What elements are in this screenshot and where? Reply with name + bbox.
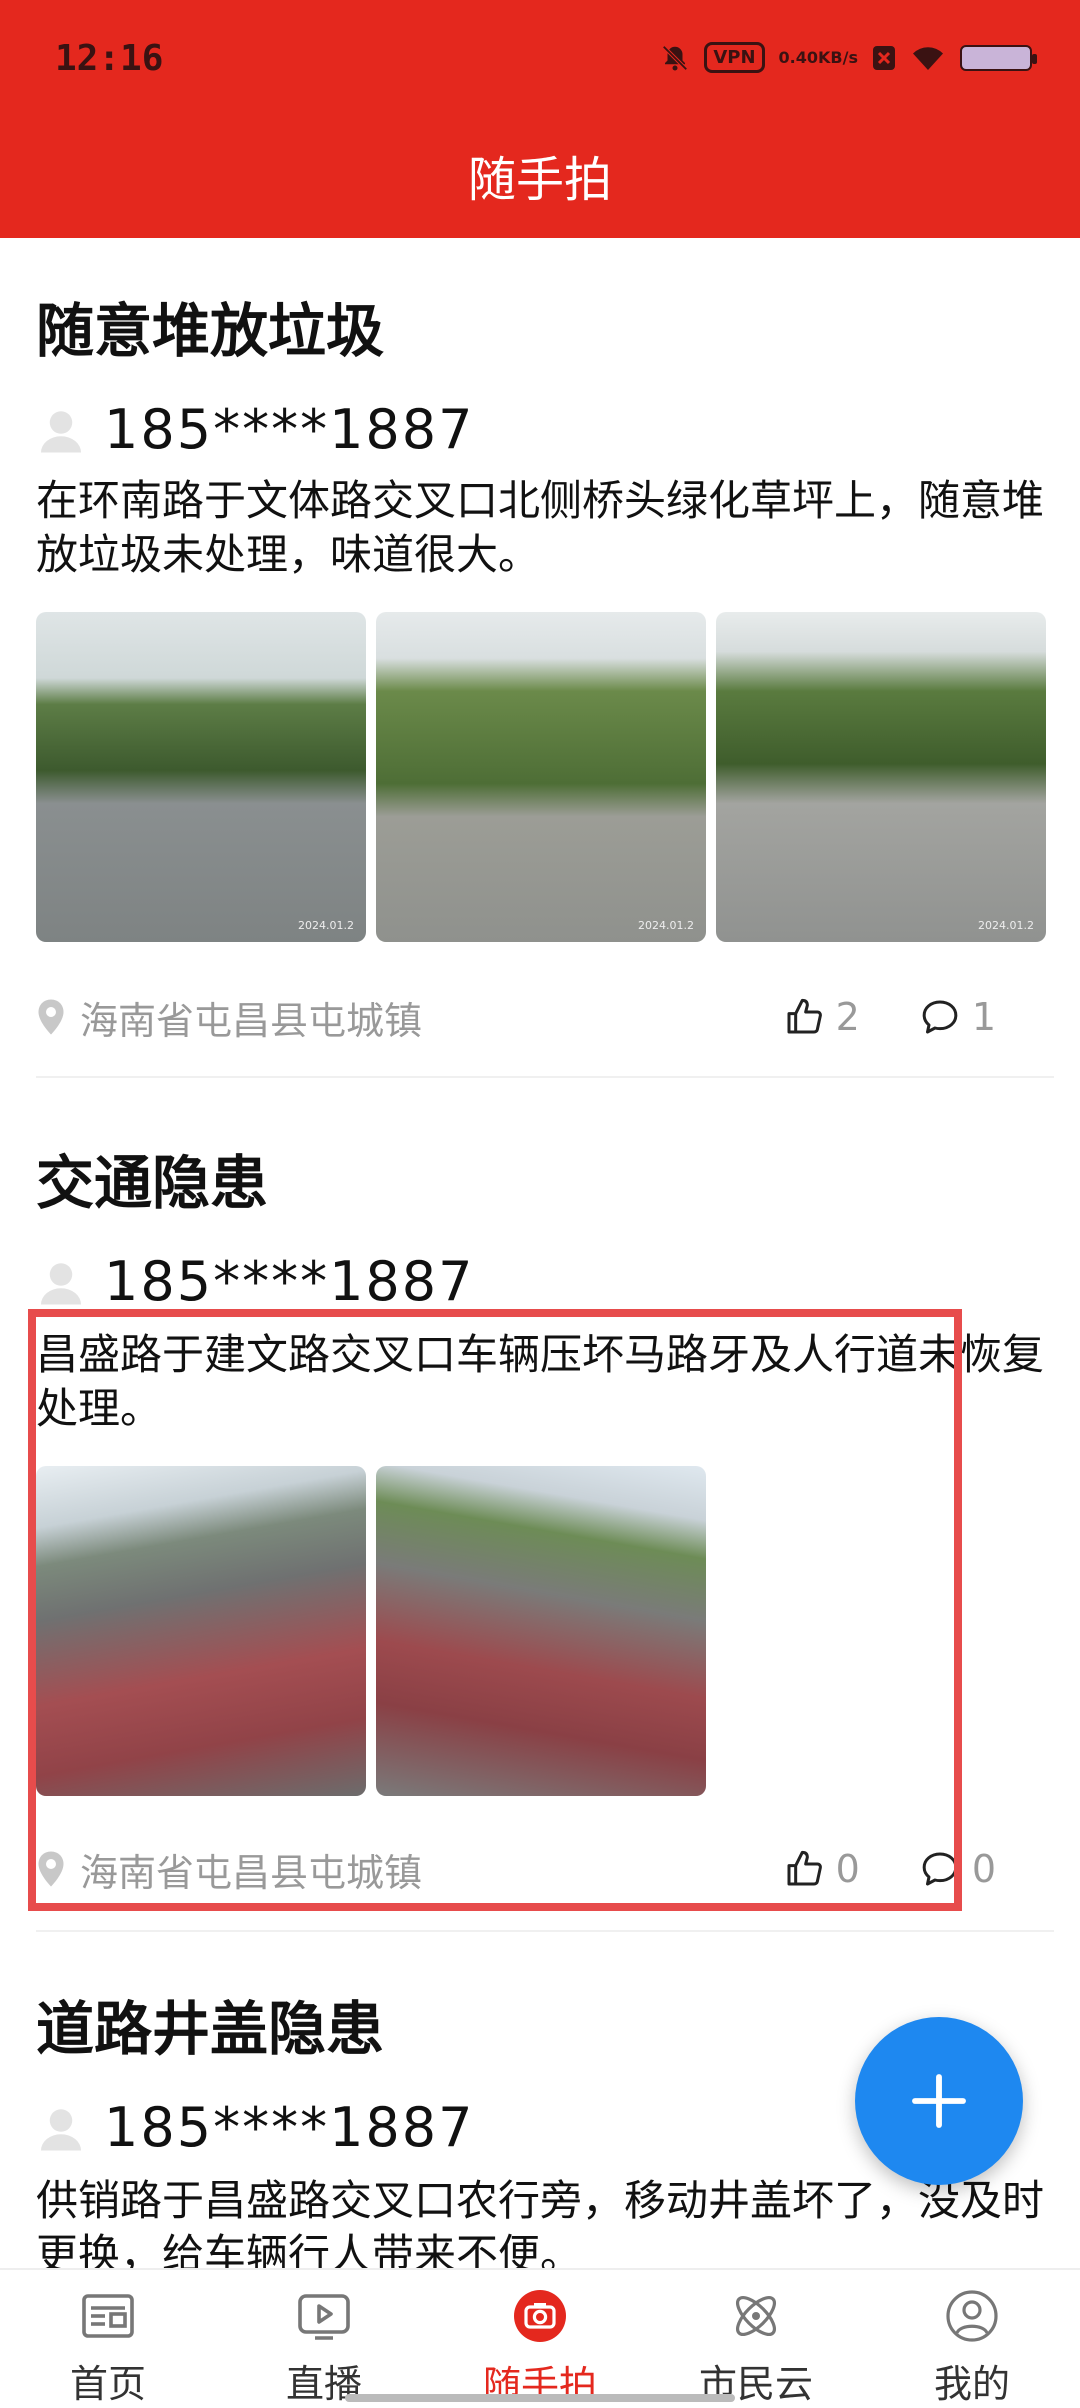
page-title: 随手拍 bbox=[467, 152, 612, 208]
nav-label: 我的 bbox=[933, 2362, 1010, 2406]
comment-button[interactable]: 0 bbox=[920, 1847, 996, 1891]
thumbs-up-icon bbox=[787, 998, 822, 1034]
post-card[interactable]: 随意堆放垃圾 185****1887 在环南路于文体路交叉口北侧桥头绿化草坪上，… bbox=[0, 238, 1080, 1088]
nav-label: 首页 bbox=[69, 2362, 146, 2406]
post-meta: 海南省屯昌县屯城镇 2 1 bbox=[36, 990, 1046, 1045]
comment-count: 0 bbox=[971, 1847, 996, 1891]
user-name: 185****1887 bbox=[104, 398, 475, 461]
plus-icon bbox=[912, 2074, 966, 2128]
nav-item-snapshot[interactable]: 随手拍 bbox=[432, 2270, 648, 2408]
nav-item-mine[interactable]: 我的 bbox=[864, 2270, 1080, 2408]
news-icon bbox=[79, 2288, 137, 2343]
user-name: 185****1887 bbox=[104, 1250, 475, 1313]
post-user: 185****1887 bbox=[36, 2096, 475, 2159]
post-image[interactable]: 2024.01.2 bbox=[716, 612, 1046, 942]
comment-button[interactable]: 1 bbox=[920, 995, 996, 1039]
post-location: 海南省屯昌县屯城镇 bbox=[36, 990, 422, 1045]
live-play-icon bbox=[295, 2288, 353, 2343]
add-post-button[interactable] bbox=[855, 2017, 1023, 2185]
nav-item-live[interactable]: 直播 bbox=[216, 2270, 432, 2408]
location-pin-icon bbox=[38, 1851, 64, 1887]
status-icons: VPN 0.40 KB/s bbox=[660, 42, 1037, 73]
post-location: 海南省屯昌县屯城镇 bbox=[36, 1842, 422, 1897]
status-time: 12:16 bbox=[55, 38, 164, 79]
home-indicator bbox=[345, 2394, 735, 2402]
post-image[interactable]: 2024.01.2 bbox=[36, 612, 366, 942]
vpn-badge: VPN bbox=[704, 42, 765, 73]
wifi-icon bbox=[910, 44, 946, 72]
location-text: 海南省屯昌县屯城镇 bbox=[80, 998, 423, 1043]
like-count: 2 bbox=[835, 995, 860, 1039]
bottom-nav: 首页 直播 随手拍 市民云 我的 bbox=[0, 2268, 1080, 2408]
nav-item-home[interactable]: 首页 bbox=[0, 2270, 216, 2408]
user-avatar-icon bbox=[41, 1262, 81, 1304]
app-header: 12:16 VPN 0.40 KB/s 随手拍 bbox=[0, 0, 1080, 238]
post-title: 随意堆放垃圾 bbox=[36, 297, 385, 365]
divider bbox=[36, 1930, 1054, 1932]
image-date-stamp: 2024.01.2 bbox=[978, 919, 1034, 932]
like-button[interactable]: 2 bbox=[784, 995, 860, 1039]
post-image[interactable] bbox=[376, 1466, 706, 1796]
location-text: 海南省屯昌县屯城镇 bbox=[80, 1850, 423, 1895]
image-date-stamp: 2024.01.2 bbox=[298, 919, 354, 932]
user-avatar-icon bbox=[41, 410, 81, 452]
divider bbox=[36, 1076, 1054, 1078]
post-card[interactable]: 交通隐患 185****1887 昌盛路于建文路交叉口车辆压坏马路牙及人行道未恢… bbox=[0, 1088, 1080, 1940]
location-pin-icon bbox=[38, 999, 64, 1035]
user-name: 185****1887 bbox=[104, 2096, 475, 2159]
camera-icon bbox=[511, 2288, 569, 2344]
image-date-stamp: 2024.01.2 bbox=[638, 919, 694, 932]
speed-unit: KB/s bbox=[818, 48, 858, 67]
planet-icon bbox=[727, 2288, 785, 2343]
network-speed: 0.40 KB/s bbox=[779, 49, 858, 66]
like-count: 0 bbox=[835, 1847, 860, 1891]
post-content: 昌盛路于建文路交叉口车辆压坏马路牙及人行道未恢复处理。 bbox=[36, 1330, 1045, 1433]
post-images: 2024.01.2 2024.01.2 2024.01.2 bbox=[36, 612, 1046, 942]
post-images bbox=[36, 1466, 706, 1796]
post-image[interactable]: 2024.01.2 bbox=[376, 612, 706, 942]
comment-count: 1 bbox=[971, 995, 996, 1039]
like-button[interactable]: 0 bbox=[784, 1847, 860, 1891]
post-content: 在环南路于文体路交叉口北侧桥头绿化草坪上，随意堆放垃圾未处理，味道很大。 bbox=[36, 476, 1045, 579]
comment-bubble-icon bbox=[922, 1000, 958, 1034]
user-avatar-icon bbox=[41, 2108, 81, 2150]
comment-bubble-icon bbox=[922, 1852, 958, 1886]
mute-bell-icon bbox=[660, 43, 690, 73]
post-user: 185****1887 bbox=[36, 1250, 475, 1313]
thumbs-up-icon bbox=[787, 1850, 822, 1886]
post-content: 供销路于昌盛路交叉口农行旁，移动井盖坏了，没及时更换，给车辆行人带来不便。 bbox=[36, 2176, 1045, 2270]
battery-icon bbox=[960, 44, 1037, 71]
post-title: 道路井盖隐患 bbox=[36, 1995, 385, 2063]
post-user: 185****1887 bbox=[36, 398, 475, 461]
nav-item-citizen-cloud[interactable]: 市民云 bbox=[648, 2270, 864, 2408]
post-image[interactable] bbox=[36, 1466, 366, 1796]
post-meta: 海南省屯昌县屯城镇 0 0 bbox=[36, 1842, 1046, 1897]
status-bar: 12:16 VPN 0.40 KB/s bbox=[0, 0, 1080, 120]
post-actions: 2 1 bbox=[784, 992, 996, 1042]
speed-value: 0.40 bbox=[778, 48, 819, 67]
user-profile-icon bbox=[943, 2288, 1001, 2343]
sim-disabled-icon bbox=[872, 45, 896, 71]
post-title: 交通隐患 bbox=[36, 1149, 269, 1217]
post-actions: 0 0 bbox=[784, 1844, 996, 1894]
